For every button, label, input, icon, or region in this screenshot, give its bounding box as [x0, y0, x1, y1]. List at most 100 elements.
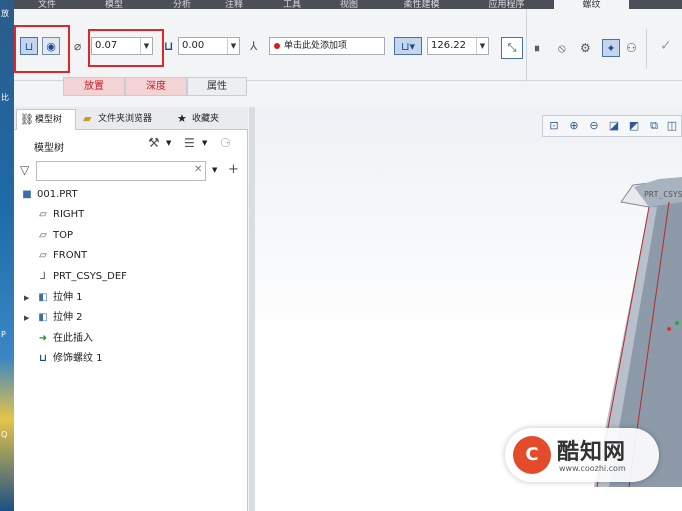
subtab-properties[interactable]: 属性: [187, 77, 247, 96]
watermark-url: www.coozhi.com: [559, 464, 626, 473]
reference-collector[interactable]: 单击此处添加项: [269, 37, 385, 55]
insert-here-icon: ➜: [38, 333, 48, 344]
tab-file[interactable]: 文件: [32, 0, 62, 9]
subtab-depth[interactable]: 深度: [125, 77, 187, 96]
tree-item-top[interactable]: ▱ TOP: [36, 226, 73, 246]
preview-icon[interactable]: ⚙: [580, 39, 591, 57]
verify-icon: ✦: [606, 41, 616, 55]
tree-title: 模型树: [34, 143, 64, 154]
chevron-down-icon[interactable]: ▼: [227, 38, 239, 54]
tree-item-label: 在此插入: [53, 333, 93, 344]
flip-icon: ⤡: [507, 41, 517, 54]
blind-depth-icon: ⊔▾: [400, 39, 416, 53]
tree-item-right[interactable]: ▱ RIGHT: [36, 205, 84, 225]
tree-item-label: RIGHT: [53, 209, 85, 220]
csys-icon: ⅃: [40, 271, 46, 282]
csys-label: PRT_CSYS: [644, 190, 682, 199]
settings-icon[interactable]: ⚒: [148, 136, 160, 151]
subtab-placement[interactable]: 放置: [63, 77, 125, 96]
thread-icon: ⊔: [24, 39, 34, 53]
diameter-field[interactable]: 0.07 ▼: [91, 37, 153, 55]
tree-item-cosmetic-thread[interactable]: ⊔ 修饰螺纹 1: [36, 349, 103, 369]
thread-type-custom-button[interactable]: ◉: [42, 37, 60, 55]
reference-placeholder: 单击此处添加项: [284, 41, 348, 51]
chevron-down-icon[interactable]: ▼: [212, 166, 217, 174]
thread-custom-icon: ◉: [46, 39, 56, 53]
tab-annotate[interactable]: 注释: [214, 0, 254, 9]
tab-model-tree[interactable]: ⛓ 模型树: [16, 109, 76, 130]
datum-plane-icon: ▱: [39, 230, 47, 241]
tree-item-front[interactable]: ▱ FRONT: [36, 246, 87, 266]
tree-item-insert-here[interactable]: ➜ 在此插入: [36, 329, 93, 349]
tree-item-label: 001.PRT: [37, 189, 78, 200]
chevron-down-icon[interactable]: ▼: [202, 139, 207, 147]
tree-item-label: 拉伸 2: [53, 312, 83, 323]
chevron-down-icon[interactable]: ▼: [166, 139, 171, 147]
tree-item-extrude-1[interactable]: ▶ ◧ 拉伸 1: [24, 288, 83, 308]
tree-item-label: FRONT: [53, 250, 88, 261]
tab-tools[interactable]: 工具: [272, 0, 312, 9]
tree-item-csys[interactable]: ⅃ PRT_CSYS_DEF: [36, 267, 127, 287]
datum-plane-icon: ▱: [39, 250, 47, 261]
tree-item-label: PRT_CSYS_DEF: [53, 271, 127, 282]
tab-analysis[interactable]: 分析: [162, 0, 202, 9]
tab-model[interactable]: 模型: [94, 0, 134, 9]
thread-dashboard: ⊔ ◉ ⌀ 0.07 ▼ ⊔ 0.00 ▼ ⅄ 单击此处添加项 ⊔▾ 126.2…: [14, 9, 682, 81]
watermark-name: 酷知网: [557, 440, 627, 465]
desktop-glyph: 比: [1, 93, 9, 102]
tree-search-row: ▽ ✕ ▼ +: [14, 159, 248, 183]
tab-folder-browser[interactable]: ▰ 文件夹浏览器: [80, 109, 170, 130]
part-icon: ■: [22, 189, 32, 200]
depth-field[interactable]: 0.00 ▼: [178, 37, 240, 55]
extrude-icon: ◧: [38, 312, 48, 323]
navigator-tabs: ⛓ 模型树 ▰ 文件夹浏览器 ★ 收藏夹: [14, 107, 248, 130]
reference-pick-icon: ⅄: [250, 39, 258, 53]
depth-length-field[interactable]: 126.22 ▼: [427, 37, 489, 55]
tree-header: 模型树 ⚒ ▼ ☰ ▼ ⚆: [14, 131, 248, 159]
tree-item-part[interactable]: ■ 001.PRT: [20, 185, 78, 205]
pause-icon[interactable]: ⏸: [534, 39, 540, 57]
tree-item-extrude-2[interactable]: ▶ ◧ 拉伸 2: [24, 308, 83, 328]
no-preview-icon[interactable]: ⦸: [558, 39, 566, 57]
flip-direction-button[interactable]: ⤡: [501, 37, 523, 59]
chevron-down-icon[interactable]: ▼: [476, 38, 488, 54]
tree-item-label: TOP: [53, 230, 74, 241]
datum-plane-icon: ▱: [39, 209, 47, 220]
navigator-panel: ⛓ 模型树 ▰ 文件夹浏览器 ★ 收藏夹 模型树 ⚒ ▼ ☰ ▼ ⚆ ▽ ✕ ▼…: [14, 107, 248, 511]
tab-thread[interactable]: 螺纹: [554, 0, 629, 9]
tree-item-label: 拉伸 1: [53, 292, 83, 303]
chevron-down-icon[interactable]: ▼: [140, 38, 152, 54]
depth-icon: ⊔: [164, 39, 174, 53]
expand-icon[interactable]: ▶: [24, 288, 29, 308]
tab-applications[interactable]: 应用程序: [474, 0, 539, 9]
filter-icon[interactable]: ▽: [20, 163, 29, 177]
ok-check-icon[interactable]: ✓: [660, 37, 672, 55]
verify-mode-button[interactable]: ✦: [602, 39, 620, 57]
diameter-icon: ⌀: [74, 39, 82, 53]
depth-length-value: 126.22: [431, 40, 466, 51]
thread-type-standard-button[interactable]: ⊔: [20, 37, 38, 55]
watermark: C 酷知网 www.coozhi.com: [505, 428, 659, 482]
add-icon[interactable]: +: [228, 162, 239, 177]
tab-label: 文件夹浏览器: [98, 114, 153, 124]
required-dot-icon: [274, 43, 280, 49]
tree-search-input[interactable]: [36, 161, 206, 181]
desktop-glyph: 放: [1, 9, 9, 18]
glasses-icon[interactable]: ⚇: [626, 39, 637, 57]
tree-filter-icon[interactable]: ⚆: [220, 136, 231, 150]
datum-point-marker: [675, 321, 679, 325]
desktop-edge: 放 比 P Q: [0, 0, 14, 511]
model-tree-icon: ⛓: [20, 113, 34, 126]
tab-favorites[interactable]: ★ 收藏夹: [174, 109, 244, 130]
expand-icon[interactable]: ▶: [24, 308, 29, 328]
tree-item-label: 修饰螺纹 1: [53, 353, 103, 364]
clear-icon[interactable]: ✕: [194, 164, 202, 175]
favorites-icon: ★: [177, 112, 187, 125]
desktop-glyph: P: [1, 330, 6, 339]
diameter-value: 0.07: [95, 40, 118, 51]
depth-option-button[interactable]: ⊔▾: [394, 37, 422, 55]
tab-flexible-modeling[interactable]: 柔性建模: [389, 0, 454, 9]
tab-label: 模型树: [35, 115, 63, 125]
show-icon[interactable]: ☰: [184, 136, 195, 150]
tab-view[interactable]: 视图: [329, 0, 369, 9]
